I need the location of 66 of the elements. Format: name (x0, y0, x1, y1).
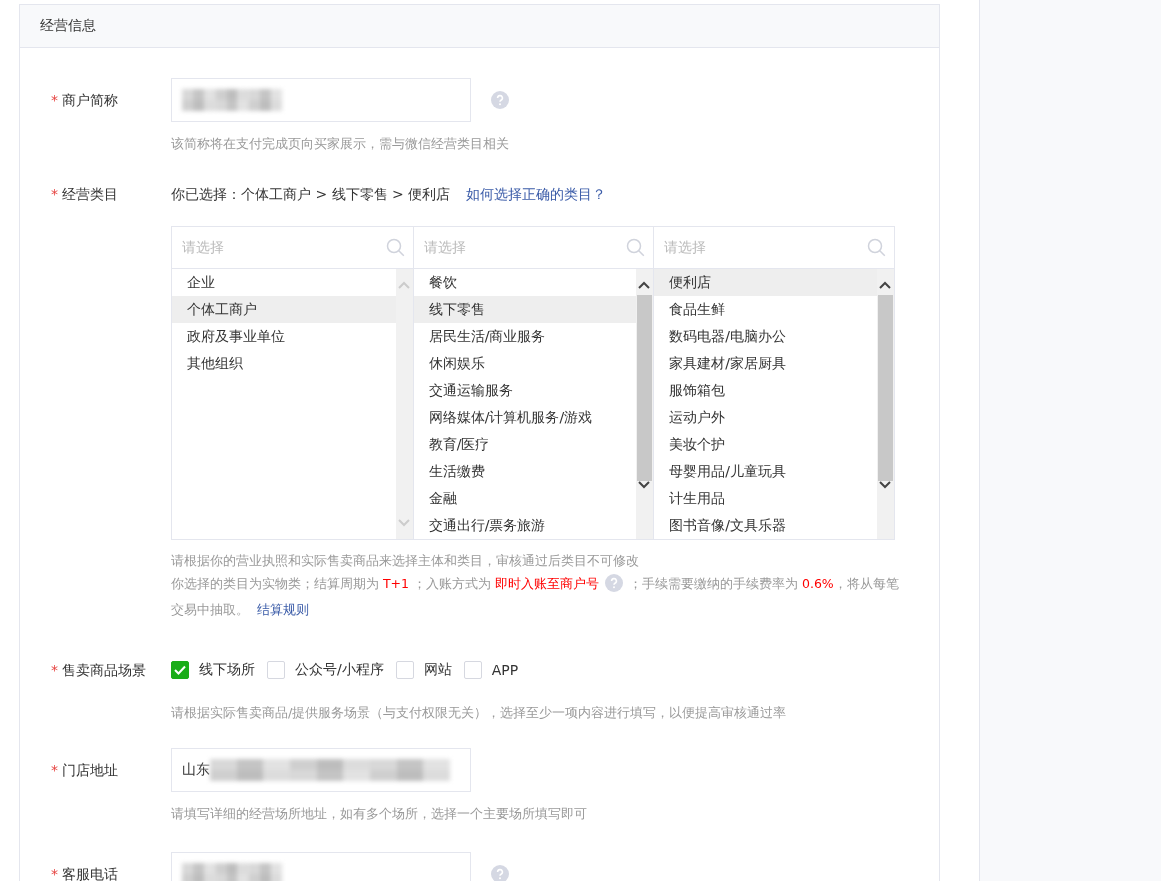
scroll-up-icon[interactable] (879, 281, 891, 289)
field-label: 经营类目 (62, 185, 118, 204)
checkbox[interactable] (171, 660, 189, 679)
search-placeholder: 请选择 (664, 238, 707, 257)
checkbox-label: 线下场所 (199, 660, 255, 679)
category-option[interactable]: 餐饮 (413, 269, 637, 296)
settlement-rules-link[interactable]: 结算规则 (257, 602, 309, 617)
search-placeholder: 请选择 (423, 238, 466, 257)
category-option[interactable]: 家具建材/家居厨具 (654, 350, 877, 377)
checkbox-label: APP (491, 661, 519, 678)
field-label: 客服电话 (62, 864, 118, 881)
category-note: 你选择的类目为实物类；结算周期为 T+1 ；入账方式为 即时入账至商户号 ；手续需要缴纳的手续费率为 0.6%，将从每笔交易中抽取。 结算规则 (171, 572, 900, 619)
search-icon[interactable] (867, 238, 886, 257)
scrollbar-thumb[interactable] (878, 295, 893, 481)
text-field[interactable]: 山东 (171, 747, 471, 792)
section-title: 经营信息 (40, 17, 96, 35)
category-option[interactable]: 计生用品 (654, 485, 877, 512)
help-icon[interactable] (491, 864, 509, 881)
scroll-down-icon[interactable] (638, 481, 651, 489)
category-option[interactable]: 便利店 (654, 269, 877, 296)
field-label: 商户简称 (62, 91, 118, 110)
category-option[interactable]: 交通出行/票务旅游 (413, 512, 637, 539)
category-option[interactable]: 居民生活/商业服务 (413, 323, 637, 350)
checkbox-label: 网站 (423, 660, 452, 679)
required-asterisk: * (51, 91, 58, 110)
category-option[interactable]: 图书音像/文具乐器 (654, 512, 877, 539)
field-label: 售卖商品场景 (62, 660, 146, 680)
category-option[interactable]: 交通运输服务 (413, 377, 637, 404)
category-option[interactable]: 服饰箱包 (654, 377, 877, 404)
category-option[interactable]: 美妆个护 (654, 431, 877, 458)
checkbox-label: 公众号/小程序 (295, 660, 384, 679)
category-option[interactable]: 教育/医疗 (413, 431, 637, 458)
category-option[interactable]: 个体工商户 (172, 296, 396, 323)
category-note: 请根据你的营业执照和实际售卖商品来选择主体和类目，审核通过后类目不可修改 (171, 552, 640, 570)
category-option[interactable]: 休闲娱乐 (413, 350, 637, 377)
category-option[interactable]: 数码电器/电脑办公 (654, 323, 877, 350)
category-option[interactable]: 企业 (172, 269, 396, 296)
scroll-down-icon[interactable] (879, 481, 891, 489)
text-field[interactable] (171, 78, 471, 122)
scrollbar-thumb[interactable] (637, 295, 653, 481)
field-hint: 该简称将在支付完成页向买家展示，需与微信经营类目相关 (171, 135, 510, 153)
required-asterisk: * (51, 760, 58, 780)
help-icon[interactable] (491, 91, 509, 109)
selected-path: 你已选择：个体工商户 > 线下零售 > 便利店 (171, 185, 451, 204)
search-icon[interactable] (385, 238, 405, 257)
category-option[interactable]: 食品生鲜 (654, 296, 877, 323)
scrollbar[interactable] (636, 269, 654, 539)
category-option[interactable]: 线下零售 (413, 296, 637, 323)
search-placeholder: 请选择 (182, 238, 224, 257)
search-icon[interactable] (626, 238, 646, 257)
category-option[interactable]: 生活缴费 (413, 458, 637, 485)
category-option[interactable]: 其他组织 (172, 350, 396, 377)
field-label: 门店地址 (62, 760, 118, 780)
category-option[interactable]: 母婴用品/儿童玩具 (654, 458, 877, 485)
category-help-link[interactable]: 如何选择正确的类目？ (466, 182, 607, 206)
category-option[interactable]: 网络媒体/计算机服务/游戏 (413, 404, 637, 431)
required-asterisk: * (51, 660, 58, 680)
help-icon[interactable] (605, 573, 623, 592)
required-asterisk: * (51, 864, 58, 881)
required-asterisk: * (51, 185, 58, 204)
scroll-up-icon[interactable] (638, 281, 651, 289)
category-option[interactable]: 金融 (413, 485, 637, 512)
category-option[interactable]: 政府及事业单位 (172, 323, 396, 350)
category-option[interactable]: 运动户外 (654, 404, 877, 431)
field-value: 山东 (182, 760, 210, 779)
scrollbar[interactable] (877, 269, 894, 539)
